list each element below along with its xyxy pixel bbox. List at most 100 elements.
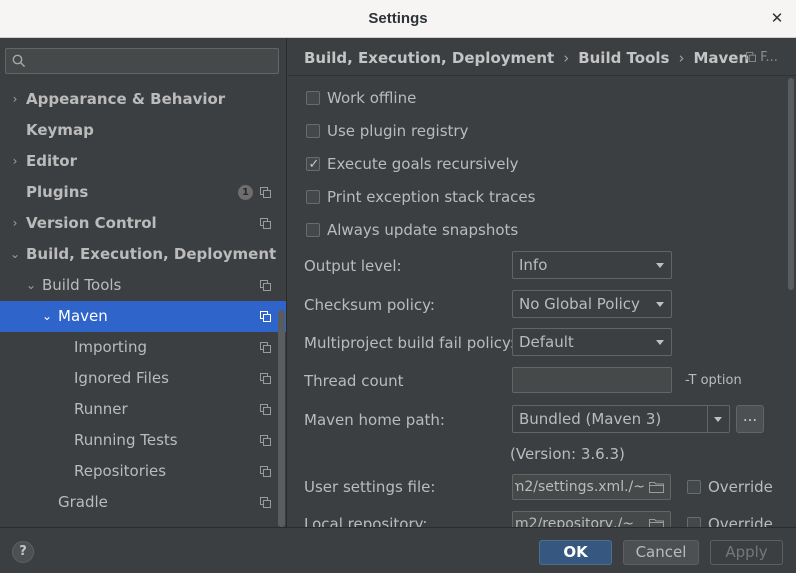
checkbox-box[interactable]: ✓ [306, 157, 320, 172]
chevron-down-icon [656, 302, 664, 307]
browse-button[interactable]: ... [736, 405, 764, 433]
chevron-down-icon [656, 263, 664, 268]
checkbox-box[interactable] [687, 517, 701, 527]
checksum-policy-dropdown[interactable]: No Global Policy [512, 290, 672, 318]
tree-item-repositories[interactable]: Repositories [0, 456, 286, 487]
chevron-down-icon [714, 417, 722, 422]
dialog-footer: ? OK Cancel Apply [0, 527, 796, 573]
maven-settings-panel: Build, Execution, Deployment › Build Tools… [288, 38, 796, 527]
breadcrumb: Build, Execution, Deployment › Build Tools… [304, 49, 749, 69]
checkbox-box[interactable] [306, 124, 320, 138]
thread-count-field[interactable] [512, 367, 672, 393]
chevron-down-icon[interactable]: ⌄ [8, 239, 22, 270]
project-scope-icon [260, 218, 271, 229]
tree-item-editor[interactable]: › Editor [0, 146, 286, 177]
breadcrumb-item: Maven [693, 49, 750, 67]
cancel-button[interactable]: Cancel [623, 540, 699, 565]
tree-item-build-execution[interactable]: ⌄ Build, Execution, Deployment [0, 239, 286, 270]
project-scope-icon [260, 311, 271, 322]
close-icon[interactable]: ✕ [768, 8, 786, 28]
tree-item-label: Editor [26, 152, 77, 170]
tree-item-runner[interactable]: Runner [0, 394, 286, 425]
title-bar: Settings ✕ [0, 0, 796, 38]
tree-item-label: Repositories [74, 462, 167, 480]
window-title: Settings [368, 10, 428, 27]
tree-item-label: Maven [58, 307, 108, 325]
checkbox-box[interactable] [306, 91, 320, 105]
tree-item-plugins[interactable]: Plugins 1 [0, 177, 286, 208]
maven-version-text: (Version: 3.6.3) [510, 445, 625, 463]
tree-item-maven[interactable]: ⌄ Maven [0, 301, 286, 332]
fail-policy-dropdown[interactable]: Default [512, 328, 672, 356]
breadcrumb-item: Build, Execution, Deployment [304, 49, 555, 67]
user-settings-field[interactable] [512, 474, 671, 500]
checkbox-box[interactable] [687, 480, 701, 494]
project-scope-icon [260, 435, 271, 446]
dropdown-value: Default [519, 333, 574, 351]
chevron-right-icon: › [678, 49, 685, 67]
fail-policy-label: Multiproject build fail policy: [304, 334, 515, 352]
checkbox-label: Override [708, 478, 773, 496]
thread-count-input[interactable] [517, 370, 667, 390]
tree-item-label: Running Tests [74, 431, 178, 449]
chevron-right-icon[interactable]: › [8, 208, 22, 239]
tree-item-ignored-files[interactable]: Ignored Files [0, 363, 286, 394]
project-scope-icon [260, 280, 271, 291]
chevron-right-icon[interactable]: › [8, 84, 22, 115]
maven-home-dropdown[interactable]: Bundled (Maven 3) [512, 405, 730, 433]
thread-count-label: Thread count [304, 372, 404, 390]
tree-item-label: Ignored Files [74, 369, 169, 387]
chevron-right-icon[interactable]: › [8, 146, 22, 177]
sidebar-scrollbar[interactable] [278, 310, 285, 527]
folder-icon[interactable] [649, 481, 664, 493]
chevron-down-icon[interactable]: ⌄ [24, 270, 38, 301]
tree-item-label: Gradle [58, 493, 108, 511]
tree-item-label: Build Tools [42, 276, 122, 294]
tree-item-label: Runner [74, 400, 128, 418]
dropdown-value: No Global Policy [519, 295, 640, 313]
panel-scrollbar[interactable] [788, 78, 794, 290]
chevron-right-icon: › [563, 49, 570, 67]
maven-home-label: Maven home path: [304, 411, 445, 429]
checkbox-label: Work offline [327, 89, 417, 107]
tree-item-label: Appearance & Behavior [26, 90, 226, 108]
checkmark-icon: ✓ [308, 157, 320, 172]
checkbox-label: Use plugin registry [327, 122, 469, 140]
output-level-dropdown[interactable]: Info [512, 251, 672, 279]
tree-item-version-control[interactable]: › Version Control [0, 208, 286, 239]
folder-icon[interactable] [649, 518, 664, 527]
help-button[interactable]: ? [12, 541, 34, 563]
project-scope-icon [260, 342, 271, 353]
settings-sidebar: › Appearance & Behavior Keymap › Editor … [0, 38, 287, 527]
tree-item-label: Importing [74, 338, 147, 356]
project-scope-icon [260, 497, 271, 508]
user-settings-input[interactable] [515, 477, 645, 497]
tree-item-gradle[interactable]: Gradle [0, 487, 286, 518]
header-divider [288, 75, 796, 76]
user-settings-label: User settings file: [304, 478, 436, 496]
tree-item-importing[interactable]: Importing [0, 332, 286, 363]
tree-item-running-tests[interactable]: Running Tests [0, 425, 286, 456]
tree-item-keymap[interactable]: Keymap [0, 115, 286, 146]
checkbox-label: Override [708, 515, 773, 527]
tree-item-label: Keymap [26, 121, 94, 139]
for-project-text: F... [760, 50, 778, 65]
tree-item-appearance[interactable]: › Appearance & Behavior [0, 84, 286, 115]
checksum-policy-label: Checksum policy: [304, 296, 435, 314]
chevron-down-icon [656, 340, 664, 345]
local-repository-input[interactable] [515, 514, 645, 527]
chevron-down-icon[interactable]: ⌄ [40, 301, 54, 332]
search-box[interactable] [5, 48, 279, 74]
apply-button[interactable]: Apply [710, 540, 783, 565]
project-scope-icon [746, 52, 756, 62]
ok-button[interactable]: OK [539, 540, 612, 565]
thread-count-hint: -T option [685, 373, 742, 388]
search-input[interactable] [30, 51, 274, 71]
checkbox-box[interactable] [306, 190, 320, 204]
checkbox-label: Execute goals recursively [327, 155, 519, 173]
project-scope-icon [260, 466, 271, 477]
tree-item-build-tools[interactable]: ⌄ Build Tools [0, 270, 286, 301]
checkbox-box[interactable] [306, 223, 320, 237]
dropdown-value: Info [519, 256, 548, 274]
local-repository-field[interactable] [512, 511, 671, 527]
